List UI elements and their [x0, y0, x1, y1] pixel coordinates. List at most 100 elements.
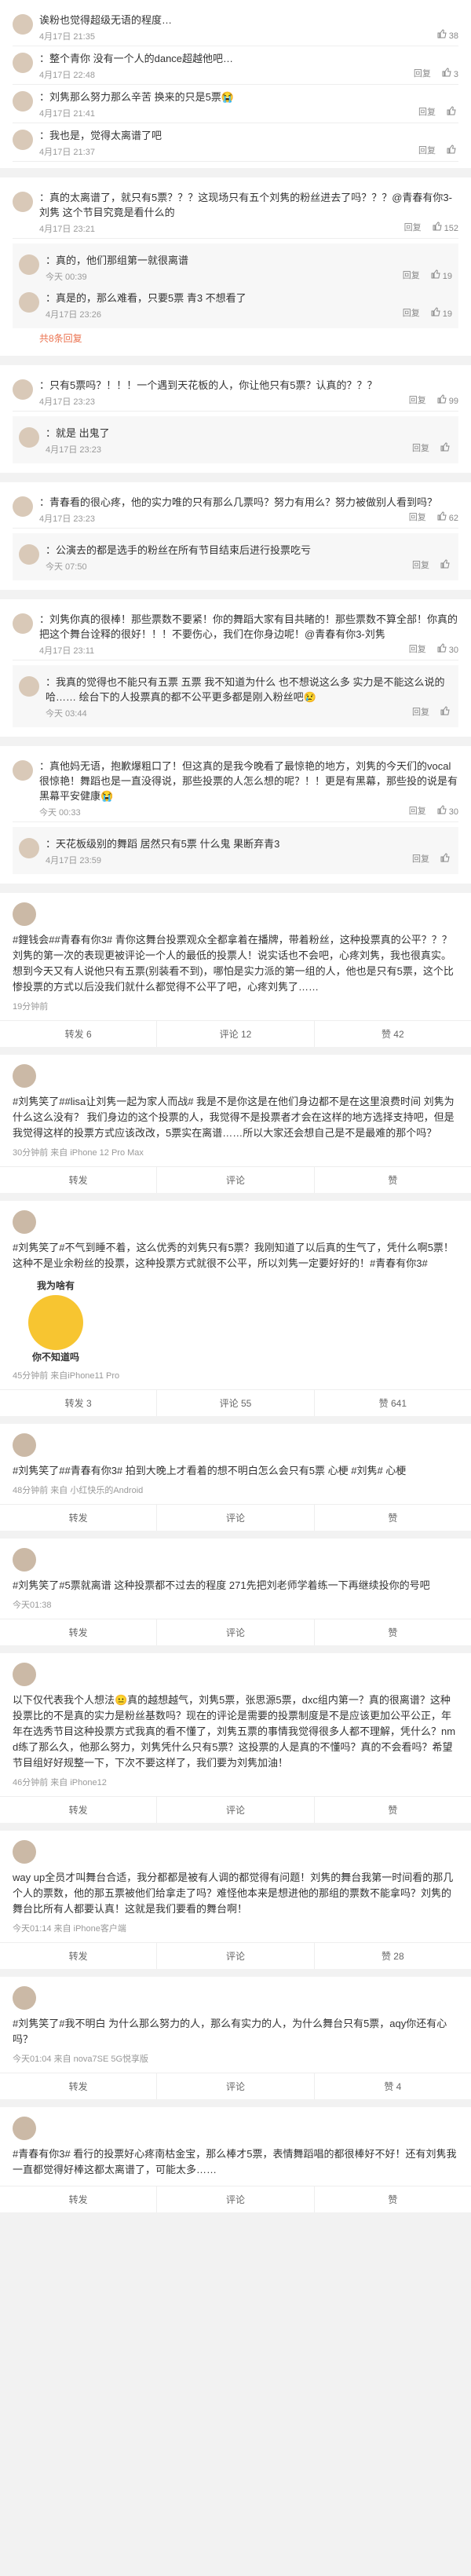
weibo-post: 以下仅代表我个人想法😐真的越想越气，刘隽5票，张思源5票，dxc组内第一？真的很… — [0, 1653, 471, 1823]
comment-button[interactable]: 评论 — [157, 1167, 315, 1193]
post-meta: 45分钟前 来自iPhone11 Pro — [13, 1371, 120, 1381]
avatar[interactable] — [13, 91, 33, 112]
like-icon — [447, 105, 456, 115]
reply-button[interactable]: 回复 — [409, 642, 426, 655]
reply-button[interactable]: 回复 — [418, 144, 436, 156]
avatar[interactable] — [19, 676, 39, 697]
like-button[interactable]: 99 — [437, 393, 458, 406]
repost-button[interactable]: 转发 3 — [0, 1390, 158, 1416]
avatar[interactable] — [13, 496, 33, 517]
avatar[interactable] — [13, 1840, 36, 1864]
like-button[interactable]: 赞 42 — [315, 1021, 471, 1047]
reply-button[interactable]: 回复 — [414, 67, 431, 79]
avatar[interactable] — [13, 1433, 36, 1457]
avatar[interactable] — [19, 292, 39, 313]
post-action-bar: 转发 评论 赞 4 — [0, 2073, 471, 2099]
like-button[interactable]: 赞 28 — [315, 1943, 471, 1969]
post-header — [13, 1064, 458, 1088]
avatar[interactable] — [13, 902, 36, 926]
comment-button[interactable]: 评论 55 — [157, 1390, 315, 1416]
like-button[interactable]: 38 — [437, 29, 458, 41]
more-replies-link[interactable]: 共8条回复 — [39, 331, 458, 345]
like-button[interactable]: 赞 4 — [315, 2073, 471, 2099]
avatar[interactable] — [19, 427, 39, 448]
comment-actions: 回复 19 — [403, 269, 452, 281]
avatar[interactable] — [13, 14, 33, 35]
avatar[interactable] — [19, 254, 39, 275]
like-button[interactable] — [440, 441, 452, 454]
comment-button[interactable]: 评论 — [157, 2186, 315, 2212]
avatar[interactable] — [13, 2117, 36, 2140]
avatar[interactable] — [19, 838, 39, 858]
comment-text: ：真是的，那么难看，只要5票 青3 不想看了 — [46, 292, 246, 304]
comment-time: 4月17日 23:23 — [39, 514, 95, 524]
repost-button[interactable]: 转发 6 — [0, 1021, 158, 1047]
reply-button[interactable]: 回复 — [412, 558, 429, 571]
reply-button[interactable]: 回复 — [409, 393, 426, 406]
reply-button[interactable]: 回复 — [412, 705, 429, 718]
avatar[interactable] — [13, 760, 33, 781]
like-button[interactable]: 30 — [437, 804, 458, 817]
like-icon — [440, 558, 450, 568]
like-button[interactable]: 赞 — [315, 1167, 471, 1193]
like-button[interactable] — [440, 852, 452, 865]
avatar[interactable] — [13, 1986, 36, 2010]
repost-button[interactable]: 转发 — [0, 1943, 158, 1969]
like-icon — [440, 441, 450, 451]
like-button[interactable]: 19 — [431, 306, 452, 319]
avatar[interactable] — [13, 192, 33, 212]
repost-button[interactable]: 转发 — [0, 1619, 158, 1645]
reply-button[interactable]: 回复 — [418, 105, 436, 118]
repost-button[interactable]: 转发 — [0, 2073, 158, 2099]
comment-actions: 回复 — [418, 105, 458, 118]
like-button[interactable] — [440, 705, 452, 718]
like-button[interactable]: 赞 — [315, 1619, 471, 1645]
post-header — [13, 1433, 458, 1457]
avatar[interactable] — [19, 544, 39, 565]
like-button[interactable] — [447, 144, 458, 156]
avatar[interactable] — [13, 130, 33, 150]
comment-actions: 回复 30 — [409, 642, 458, 655]
like-button[interactable]: 19 — [431, 269, 452, 281]
repost-button[interactable]: 转发 — [0, 1797, 158, 1823]
reply-button[interactable]: 回复 — [409, 804, 426, 817]
reply-button[interactable]: 回复 — [412, 852, 429, 865]
like-button[interactable]: 赞 641 — [315, 1390, 471, 1416]
like-icon — [447, 144, 456, 153]
avatar[interactable] — [13, 53, 33, 73]
repost-button[interactable]: 转发 — [0, 2186, 158, 2212]
like-button[interactable]: 赞 — [315, 1797, 471, 1823]
reply-button[interactable]: 回复 — [403, 269, 420, 281]
reply-button[interactable]: 回复 — [404, 221, 422, 233]
reply-button[interactable]: 回复 — [403, 306, 420, 319]
avatar[interactable] — [13, 1548, 36, 1572]
like-button[interactable]: 3 — [442, 67, 458, 79]
comment-button[interactable]: 评论 — [157, 1505, 315, 1531]
avatar[interactable] — [13, 1210, 36, 1234]
repost-button[interactable]: 转发 — [0, 1167, 158, 1193]
repost-button[interactable]: 转发 — [0, 1505, 158, 1531]
comment-button[interactable]: 评论 — [157, 1797, 315, 1823]
avatar[interactable] — [13, 1064, 36, 1088]
post-text: #青春有你3# 看行的投票好心疼南枯金宝，那么棒才5票，表情舞蹈唱的都很棒好不好… — [13, 2148, 457, 2175]
avatar[interactable] — [13, 1663, 36, 1686]
comment-block: ：刘隽你真的很棒！那些票数不要紧！你的舞蹈大家有目共睹的！那些票数不算全部！你真… — [0, 599, 471, 737]
post-meta: 今天01:04 来自 nova7SE 5G悦享版 — [13, 2055, 149, 2064]
like-button[interactable]: 赞 — [315, 1505, 471, 1531]
like-button[interactable]: 62 — [437, 510, 458, 523]
avatar[interactable] — [13, 379, 33, 400]
avatar[interactable] — [13, 613, 33, 634]
comment-time: 4月17日 22:48 — [39, 71, 95, 80]
reply-button[interactable]: 回复 — [409, 510, 426, 523]
comment-button[interactable]: 评论 — [157, 1943, 315, 1969]
comment-button[interactable]: 评论 — [157, 2073, 315, 2099]
like-button[interactable]: 30 — [437, 642, 458, 655]
like-button[interactable] — [440, 558, 452, 571]
reply-button[interactable]: 回复 — [412, 441, 429, 454]
comment-button[interactable]: 评论 — [157, 1619, 315, 1645]
comment-actions: 回复 19 — [403, 306, 452, 319]
like-button[interactable] — [447, 105, 458, 118]
like-button[interactable]: 赞 — [315, 2186, 471, 2212]
comment-button[interactable]: 评论 12 — [157, 1021, 315, 1047]
like-button[interactable]: 152 — [433, 221, 458, 233]
